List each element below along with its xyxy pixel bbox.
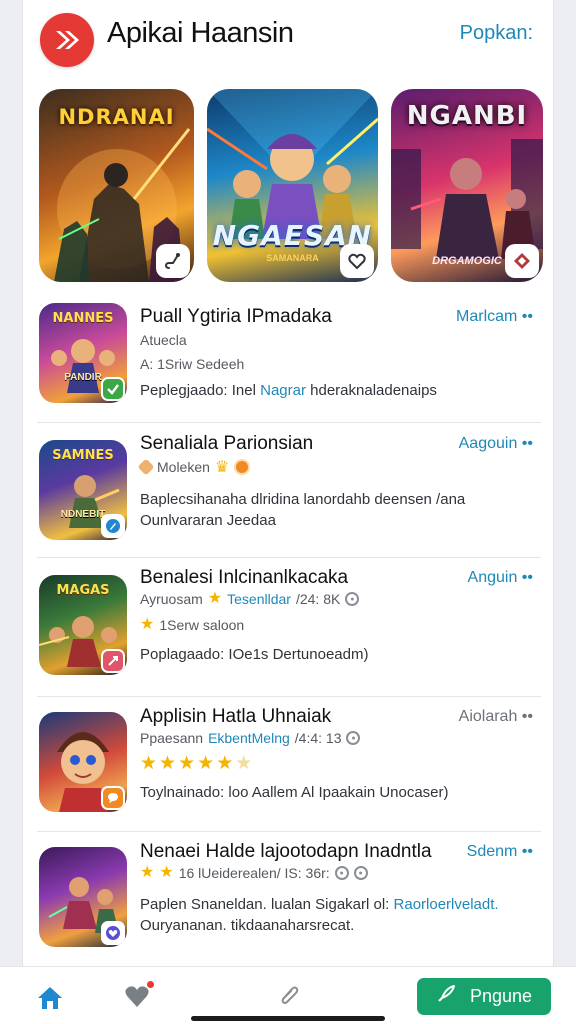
app-title: Applisin Hatla Uhnaiak [140,706,332,727]
app-description: Toylnainado: loo Aallem Al Ipaakain Unoc… [140,784,449,801]
info-icon: ● [334,866,349,880]
app-thumbnail: SAMNES NDNEBIT [39,440,127,540]
description-text: Peplegjaado: Inel [140,382,261,399]
app-meta-text: 16 lUeiderealen/ IS: 36r: [178,865,330,881]
primary-action-label: Pngune [469,986,533,1006]
app-title: Benalesi Inlcinanlkacaka [140,567,349,588]
list-item[interactable]: MAGAS Benalesi Inlcinanlkacaka Anguin ••… [23,558,553,697]
notification-dot [147,981,154,988]
featured-carousel: NDRANAI NGAESAN SAMANARA NGANBI DRGAMOGI… [39,89,543,282]
app-title: Nenaei Halde lajootodapn Inadntla [140,841,432,862]
list-item[interactable]: NANNES PANDIR Puall Ygtiria IPmadaka Mar… [23,292,553,423]
star-icon: ★ [140,864,155,881]
checkmark-icon [101,377,125,401]
meta-highlight[interactable]: EkbentMelng [208,730,290,746]
app-action-link[interactable]: Marlcam •• [456,308,533,326]
star-icon: ★ [140,616,155,633]
hook-icon [156,244,190,278]
header: Apikai Haansin Popkan: [23,0,553,78]
description-line: Baplecsihanaha dlridina lanordahb deense… [140,491,466,508]
app-meta: Ppaesann EkbentMelng /4:4: 13 ● [140,730,361,746]
star-icon: ★ [140,753,158,774]
app-title: Puall Ygtiria IPmadaka [140,306,332,327]
meta-prefix: Ayruosam [140,591,203,607]
tag-icon [137,458,155,476]
app-developer-text: Atuecla [140,332,187,348]
description-tail: hderaknaladenaips [310,382,437,399]
thumbnail-title: SAMNES [52,448,114,463]
rocket-icon [436,984,456,1009]
primary-action-button[interactable]: Pngune [417,978,551,1015]
meta-tail: /24: 8K [295,591,341,607]
app-description: Baplecsihanaha dlridina lanordahb deense… [140,489,465,531]
home-icon[interactable] [36,985,64,1011]
app-developer: Atuecla [140,332,187,348]
crown-icon: ♛ [214,459,230,476]
app-meta: ★ ★ 16 lUeiderealen/ IS: 36r: ● ● [140,865,368,881]
description-highlight[interactable]: Nagrar [260,382,310,399]
list-item[interactable]: Nenaei Halde lajootodapn Inadntla Sdenm … [23,832,553,962]
info-icon: ● [353,866,368,880]
star-icon: ★ [178,753,196,774]
app-screen: Apikai Haansin Popkan: NDRANAI NGAESAN S… [22,0,554,966]
app-meta: Ayruosam ★ Tesenlldar /24: 8K ● [140,590,360,607]
list-item[interactable]: Applisin Hatla Uhnaiak Aiolarah •• Ppaes… [23,697,553,832]
app-rating-line: ★ 1Serw saloon [140,616,245,634]
star-icon: ★ [159,753,177,774]
app-action-link[interactable]: Aagouin •• [459,435,533,453]
star-icon: ★ [216,753,234,774]
app-meta-text: 1Serw saloon [159,617,245,633]
app-meta-text: A: 1Sriw Sedeeh [140,356,245,372]
featured-card[interactable]: NDRANAI [39,89,194,282]
featured-title: NDRANAI [58,105,175,129]
app-description: Paplen Snaneldan. lualan Sigakarl ol: Ra… [140,894,499,936]
star-icon: ★ [197,753,215,774]
app-action-link[interactable]: Aiolarah •• [459,708,533,726]
diamond-icon [505,244,539,278]
thumbnail-title: MAGAS [56,583,110,598]
share-icon [101,649,125,673]
app-meta: A: 1Sriw Sedeeh [140,356,244,372]
description-highlight[interactable]: Raorloerlveladt. [394,896,499,913]
app-action-link[interactable]: Anguin •• [468,569,533,587]
paperclip-icon[interactable] [277,983,299,1007]
coin-icon [234,459,251,475]
app-thumbnail [39,847,127,947]
app-thumbnail: MAGAS [39,575,127,675]
featured-title: NGANBI [406,101,528,131]
app-description: Peplegjaado: Inel Nagrar hderaknaladenai… [140,380,437,401]
description-line: Paplen Snaneldan. lualan Sigakarl ol: Ra… [140,894,499,915]
meta-highlight[interactable]: Tesenlldar [227,591,291,607]
featured-card[interactable]: NGANBI DRGAMOGIC [391,89,543,282]
app-action-link[interactable]: Sdenm •• [467,843,533,861]
app-meta: Moleken ♛ [137,457,251,477]
thumbnail-title: NANNES [52,311,114,326]
featured-card[interactable]: NGAESAN SAMANARA [207,89,378,282]
chat-bubble-icon [101,786,125,810]
description-line: Ounlvararan Jeedaa [140,512,276,529]
pen-icon [101,514,125,538]
star-icon: ★ [207,590,223,607]
info-icon: ● [345,592,360,606]
app-meta-text: Moleken [157,459,210,475]
app-thumbnail [39,712,127,812]
meta-tail: /4:4: 13 [294,730,342,746]
half-star-icon: ★ [235,753,253,774]
description-line: Ouryananan. tikdaanaharsrecat. [140,917,355,934]
app-logo-icon[interactable] [40,13,94,67]
description-text: Paplen Snaneldan. lualan Sigakarl ol: [140,896,394,913]
star-rating: ★ ★ ★ ★ ★ ★ [140,754,252,773]
info-icon: ● [346,731,361,745]
app-title: Senaliala Parionsian [140,433,314,454]
list-item[interactable]: SAMNES NDNEBIT Senaliala Parionsian Aago… [23,423,553,558]
header-action-link[interactable]: Popkan: [460,22,533,45]
star-icon: ★ [159,864,174,881]
app-thumbnail: NANNES PANDIR [39,303,127,403]
meta-prefix: Ppaesann [140,730,204,746]
app-title: Apikai Haansin [107,17,294,49]
heart-shield-icon [340,244,374,278]
app-description: Poplagaado: IOe1s Dertunoeadm) [140,646,369,663]
home-indicator[interactable] [191,1016,385,1021]
heart-icon [101,921,125,945]
